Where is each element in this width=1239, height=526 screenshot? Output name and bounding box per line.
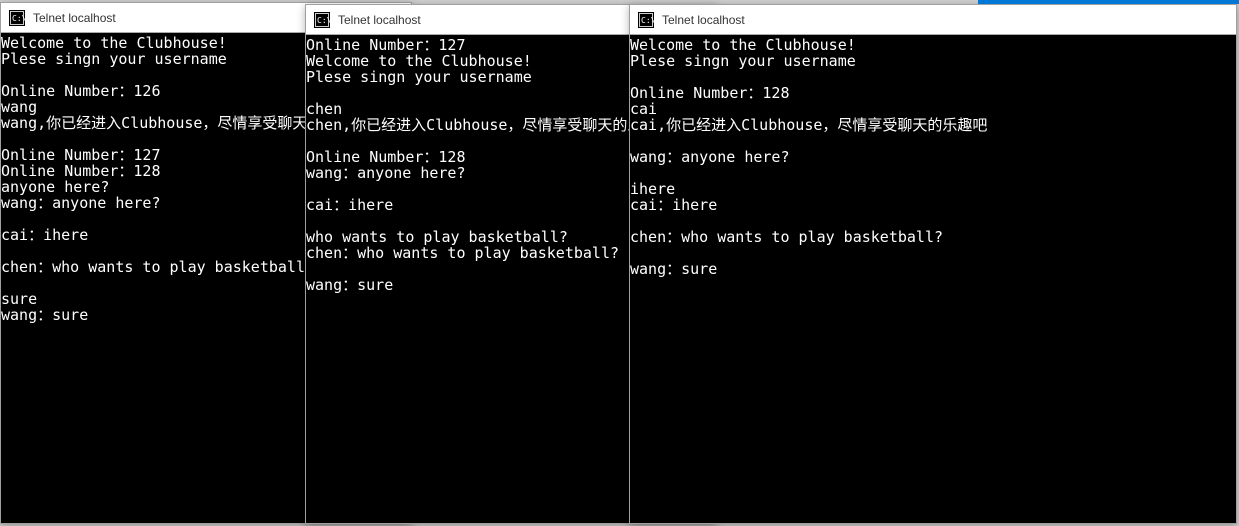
window-group: C:\ Telnet localhost Welcome to the Club…	[0, 0, 1239, 526]
terminal-line	[630, 69, 1236, 85]
telnet-window-3: C:\ Telnet localhost Welcome to the Club…	[629, 4, 1237, 524]
svg-text:C:\: C:\	[317, 16, 330, 25]
title-bar[interactable]: C:\ Telnet localhost	[630, 5, 1236, 35]
svg-text:C:\: C:\	[641, 16, 654, 25]
terminal-line: cai,你已经进入Clubhouse，尽情享受聊天的乐趣吧	[630, 117, 1236, 133]
window-title: Telnet localhost	[662, 13, 745, 27]
terminal-line: Online Number：128	[630, 85, 1236, 101]
terminal-line	[630, 165, 1236, 181]
window-title: Telnet localhost	[338, 13, 421, 27]
terminal-line: cai：ihere	[630, 197, 1236, 213]
terminal-line: chen：who wants to play basketball?	[630, 229, 1236, 245]
terminal-line: Plese singn your username	[630, 53, 1236, 69]
terminal-line: Welcome to the Clubhouse!	[630, 37, 1236, 53]
cmd-icon: C:\	[9, 10, 25, 26]
terminal-line: cai	[630, 101, 1236, 117]
terminal-line	[630, 133, 1236, 149]
top-accent-bar	[978, 0, 1239, 4]
terminal-line	[630, 213, 1236, 229]
cmd-icon: C:\	[638, 12, 654, 28]
svg-text:C:\: C:\	[12, 14, 25, 23]
terminal-line: wang：sure	[630, 261, 1236, 277]
cmd-icon: C:\	[314, 12, 330, 28]
window-title: Telnet localhost	[33, 11, 116, 25]
terminal-line	[630, 245, 1236, 261]
terminal-output[interactable]: Welcome to the Clubhouse!Plese singn you…	[630, 35, 1236, 523]
terminal-line: wang：anyone here?	[630, 149, 1236, 165]
terminal-line: ihere	[630, 181, 1236, 197]
